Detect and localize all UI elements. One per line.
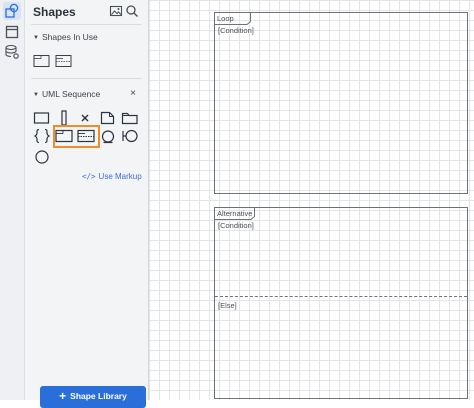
else-divider [215,296,467,297]
section-label: UML Sequence [42,89,101,99]
shape-destroy-x[interactable] [77,110,95,126]
search-icon[interactable] [125,4,139,18]
use-markup-label: Use Markup [98,172,142,181]
section-shapes-in-use[interactable]: ▼ Shapes In Use [33,32,98,42]
code-icon: </> [82,172,96,181]
shape-braces[interactable] [33,128,51,144]
panel-title: Shapes [33,5,76,19]
shape-library-button[interactable]: + Shape Library [40,386,146,408]
section-uml-sequence[interactable]: ▼ UML Sequence [33,89,100,99]
caret-down-icon: ▼ [33,35,39,41]
shape-folder[interactable] [121,110,139,126]
close-section-icon[interactable]: × [130,88,136,99]
shape-entity[interactable] [99,128,117,144]
shape-note[interactable] [99,110,117,126]
diagram-canvas[interactable]: Loop [Condition] Alternative [Condition]… [149,0,474,400]
shapes-icon[interactable] [3,2,21,20]
loop-frame[interactable]: Loop [Condition] [214,12,468,194]
page-icon[interactable] [3,23,21,41]
shapes-panel: Shapes ▼Shapes In Use ▼UML Sequence × [25,0,149,408]
frame-tag: Alternative [217,209,253,218]
database-icon[interactable] [3,43,21,61]
image-icon[interactable] [109,4,123,18]
section-label: Shapes In Use [42,32,98,42]
use-markup-link[interactable]: </> Use Markup [82,172,142,181]
plus-icon: + [59,389,67,403]
shape-boundary[interactable] [121,128,139,144]
frame-tag: Loop [217,14,234,23]
alternative-frame[interactable]: Alternative [Condition] [Else] [214,207,468,399]
frame-condition: [Condition] [218,26,254,35]
shape-frame-in-use[interactable] [33,54,51,70]
shape-highlight [53,125,100,148]
shape-alt-frame-in-use[interactable] [55,54,73,70]
shape-control[interactable] [33,148,51,164]
shape-lifeline-bar[interactable] [55,110,73,126]
icon-rail [0,0,25,400]
caret-down-icon: ▼ [33,92,39,98]
frame-else-condition: [Else] [218,301,237,310]
shape-rectangle[interactable] [33,110,51,126]
divider [31,24,142,25]
frame-condition: [Condition] [218,221,254,230]
divider [31,78,142,79]
